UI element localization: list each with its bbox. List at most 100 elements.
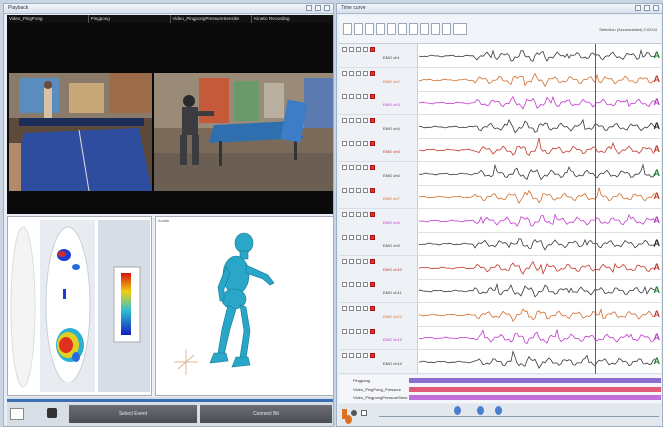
signal-track[interactable]: EMG ch14 A	[339, 349, 661, 374]
track-toggle-icon[interactable]	[349, 211, 354, 217]
signal-track[interactable]: EMG ch6 A	[339, 161, 661, 186]
remove-icon[interactable]	[370, 117, 375, 123]
playhead-cursor[interactable]	[595, 44, 596, 374]
event-row[interactable]: Pingpong	[339, 377, 661, 385]
remove-icon[interactable]	[370, 141, 375, 146]
signal-track[interactable]: EMG ch4 A	[339, 114, 661, 139]
track-toggle-icon[interactable]	[363, 305, 368, 311]
track-toggle-icon[interactable]	[342, 117, 347, 123]
track-toggle-icon[interactable]	[342, 329, 347, 334]
signal-curve[interactable]	[419, 115, 655, 138]
track-toggle-icon[interactable]	[363, 47, 368, 52]
remove-icon[interactable]	[370, 235, 375, 240]
event-bar[interactable]	[409, 378, 661, 383]
track-toggle-icon[interactable]	[363, 235, 368, 240]
maximize-icon[interactable]	[315, 5, 321, 11]
track-toggle-icon[interactable]	[363, 117, 368, 123]
track-toggle-icon[interactable]	[363, 211, 368, 217]
signal-track[interactable]: EMG ch10 A	[339, 255, 661, 280]
event-row[interactable]: Video_PingpongPressureSens	[339, 394, 661, 402]
close-icon[interactable]	[653, 5, 659, 11]
tab-video-1[interactable]: Video_PingPong	[7, 15, 89, 23]
track-toggle-icon[interactable]	[342, 94, 347, 99]
track-toggle-icon[interactable]	[349, 141, 354, 146]
track-toggle-icon[interactable]	[356, 70, 361, 76]
signal-curve[interactable]	[419, 349, 655, 373]
signal-curve[interactable]	[419, 232, 655, 255]
timeline-ruler[interactable]	[379, 416, 659, 417]
track-toggle-icon[interactable]	[342, 70, 347, 76]
remove-icon[interactable]	[370, 282, 375, 287]
remove-icon[interactable]	[370, 211, 375, 217]
track-toggle-icon[interactable]	[356, 305, 361, 311]
tool-button-7[interactable]	[409, 23, 418, 35]
track-toggle-icon[interactable]	[363, 164, 368, 170]
signal-track[interactable]: EMG ch8 A	[339, 208, 661, 233]
close-icon[interactable]	[324, 5, 330, 11]
connect-bit-button[interactable]: Connect Bit	[200, 405, 332, 423]
remove-icon[interactable]	[370, 47, 375, 52]
remove-icon[interactable]	[370, 164, 375, 170]
signal-track[interactable]: EMG ch11 A	[339, 279, 661, 303]
signal-curve[interactable]	[419, 185, 655, 208]
signal-curve[interactable]	[419, 326, 655, 349]
start-marker[interactable]	[345, 415, 352, 424]
track-toggle-icon[interactable]	[356, 188, 361, 193]
tab-video-4[interactable]: Kinetic Recording	[252, 15, 333, 23]
signal-curve[interactable]	[419, 68, 655, 91]
signal-curve[interactable]	[419, 279, 655, 302]
tool-button-8[interactable]	[420, 23, 429, 35]
track-toggle-icon[interactable]	[363, 282, 368, 287]
remove-icon[interactable]	[370, 352, 375, 358]
track-toggle-icon[interactable]	[356, 141, 361, 146]
camera-view-1[interactable]	[9, 73, 152, 191]
track-toggle-icon[interactable]	[363, 70, 368, 76]
track-toggle-icon[interactable]	[349, 117, 354, 123]
track-toggle-icon[interactable]	[363, 94, 368, 99]
event-marker-3[interactable]	[495, 406, 502, 415]
event-marker-2[interactable]	[477, 406, 484, 415]
loop-icon[interactable]	[361, 410, 367, 416]
camera-icon[interactable]	[10, 408, 24, 420]
minimize-icon[interactable]	[306, 5, 312, 11]
track-toggle-icon[interactable]	[356, 94, 361, 99]
track-toggle-icon[interactable]	[356, 258, 361, 264]
tool-button-1[interactable]	[343, 23, 352, 35]
track-toggle-icon[interactable]	[342, 188, 347, 193]
signal-track[interactable]: EMG ch12 A	[339, 302, 661, 327]
track-toggle-icon[interactable]	[342, 47, 347, 52]
tool-button-4[interactable]	[376, 23, 385, 35]
track-toggle-icon[interactable]	[349, 188, 354, 193]
signal-curve[interactable]	[419, 209, 655, 232]
track-toggle-icon[interactable]	[356, 164, 361, 170]
event-marker-1[interactable]	[454, 406, 461, 415]
signal-curve[interactable]	[419, 91, 655, 114]
track-toggle-icon[interactable]	[342, 258, 347, 264]
tool-button-11[interactable]	[453, 23, 467, 35]
signal-track[interactable]: EMG ch7 A	[339, 185, 661, 209]
tool-button-2[interactable]	[354, 23, 363, 35]
remove-icon[interactable]	[370, 329, 375, 334]
signal-curve[interactable]	[419, 44, 655, 67]
track-toggle-icon[interactable]	[342, 141, 347, 146]
tool-button-6[interactable]	[398, 23, 407, 35]
signal-curve[interactable]	[419, 303, 655, 326]
track-toggle-icon[interactable]	[342, 235, 347, 240]
track-toggle-icon[interactable]	[356, 47, 361, 52]
track-toggle-icon[interactable]	[349, 47, 354, 52]
track-toggle-icon[interactable]	[356, 211, 361, 217]
track-toggle-icon[interactable]	[349, 164, 354, 170]
remove-icon[interactable]	[370, 94, 375, 99]
track-toggle-icon[interactable]	[342, 282, 347, 287]
track-toggle-icon[interactable]	[363, 352, 368, 358]
track-toggle-icon[interactable]	[356, 352, 361, 358]
tab-video-3[interactable]: Video_PingpongPressureSensitiv	[171, 15, 253, 23]
signal-curve[interactable]	[419, 162, 655, 185]
track-toggle-icon[interactable]	[349, 305, 354, 311]
remove-icon[interactable]	[370, 305, 375, 311]
track-toggle-icon[interactable]	[356, 117, 361, 123]
signal-track[interactable]: EMG ch2 A	[339, 67, 661, 92]
track-toggle-icon[interactable]	[356, 329, 361, 334]
remove-icon[interactable]	[370, 70, 375, 76]
signal-curve[interactable]	[419, 256, 655, 279]
